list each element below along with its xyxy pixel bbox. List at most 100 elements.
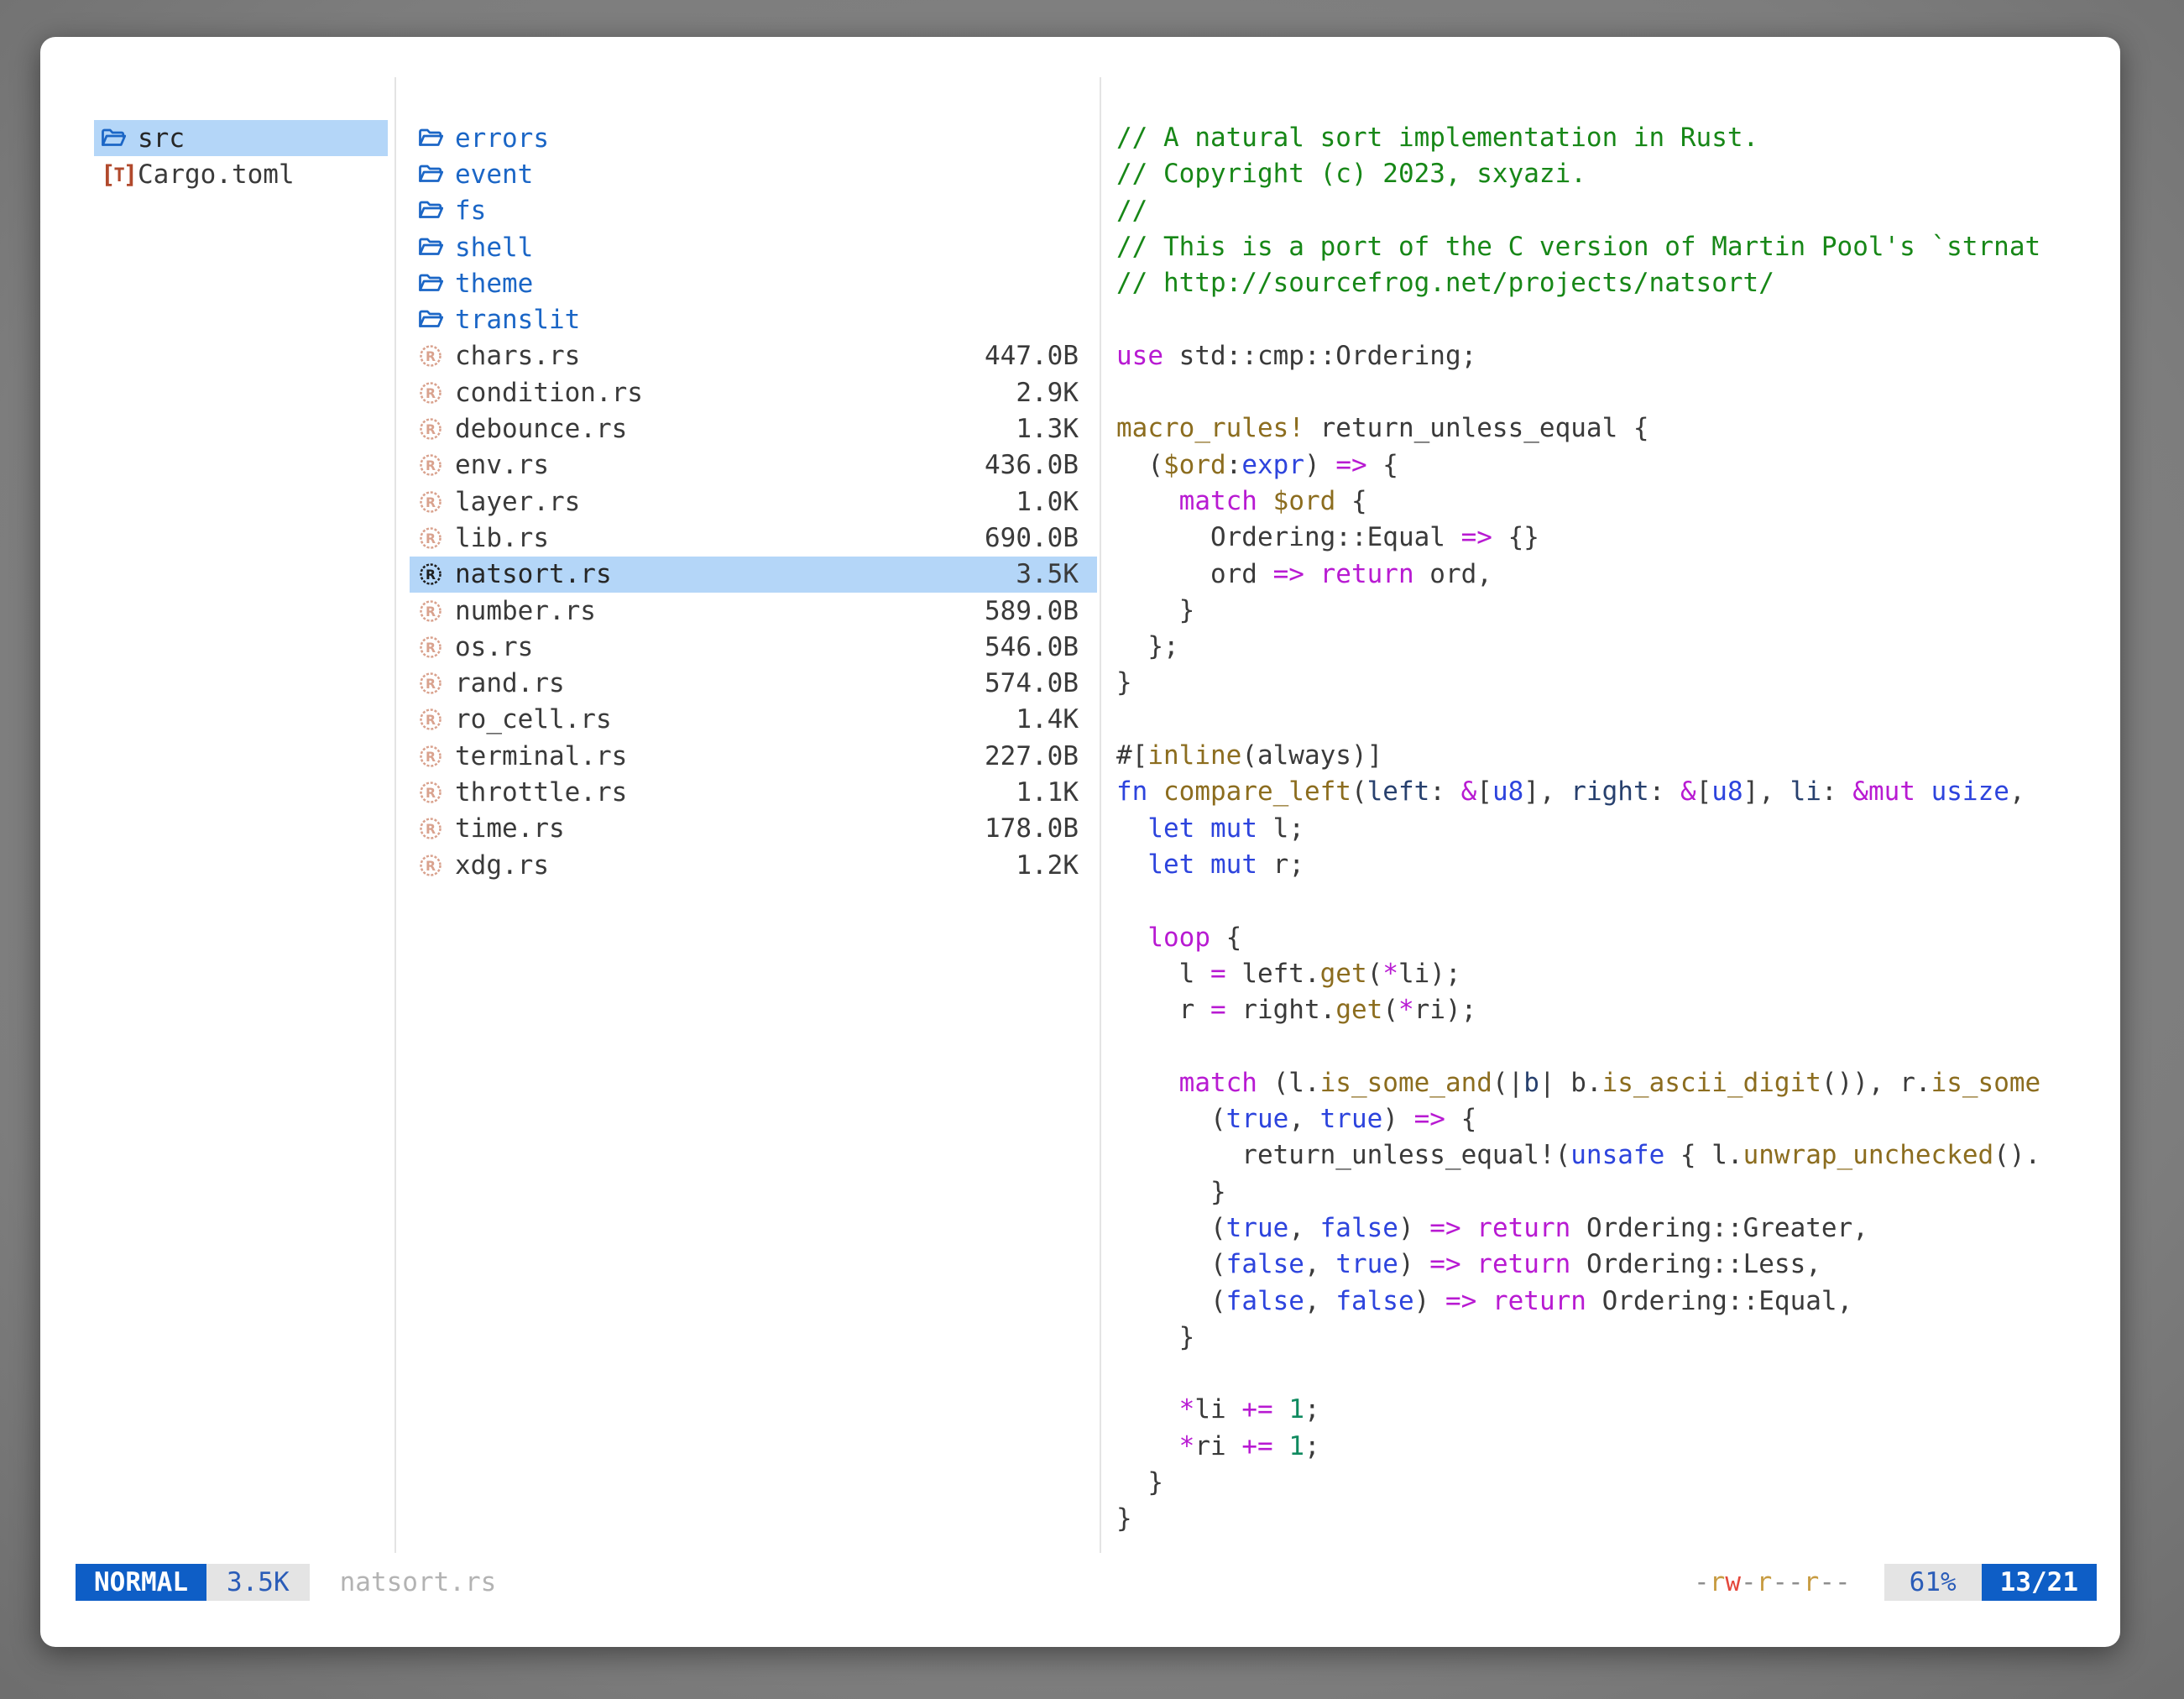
file-size: 690.0B: [985, 523, 1079, 553]
rust-icon: R: [418, 707, 450, 732]
rust-icon: R: [418, 525, 450, 551]
rust-icon: R: [418, 744, 450, 769]
svg-text:R: R: [426, 677, 436, 692]
code-line: // Copyright (c) 2023, sxyazi.: [1116, 156, 2120, 192]
file-row-throttle.rs[interactable]: Rthrottle.rs1.1K: [410, 774, 1097, 810]
file-row-errors[interactable]: errors: [410, 120, 1097, 156]
file-size: 227.0B: [985, 741, 1079, 771]
current-pane: errorseventfsshellthemetranslitRchars.rs…: [410, 120, 1097, 883]
file-name: condition.rs: [455, 378, 643, 408]
code-line: // This is a port of the C version of Ma…: [1116, 229, 2120, 265]
file-name: rand.rs: [455, 668, 565, 698]
code-line: *ri += 1;: [1116, 1429, 2120, 1465]
cursor-position-badge: 13/21: [1982, 1564, 2097, 1601]
file-row-translit[interactable]: translit: [410, 301, 1097, 337]
file-size: 2.9K: [1016, 378, 1079, 408]
file-row-os.rs[interactable]: Ros.rs 546.0B: [410, 629, 1097, 665]
code-line: //: [1116, 193, 2120, 229]
open-folder-icon: [418, 127, 450, 150]
file-row-number.rs[interactable]: Rnumber.rs589.0B: [410, 593, 1097, 629]
svg-text:R: R: [426, 385, 436, 400]
svg-text:R: R: [426, 458, 436, 473]
open-folder-icon: [418, 163, 450, 186]
code-line: [1116, 1356, 2120, 1392]
file-name: event: [455, 159, 533, 190]
file-row-lib.rs[interactable]: Rlib.rs 690.0B: [410, 520, 1097, 556]
status-bar-right: -rw-r--r-- 61% 13/21: [1694, 1564, 2097, 1601]
file-name: errors: [455, 123, 549, 154]
svg-text:R: R: [426, 422, 436, 437]
file-name: debounce.rs: [455, 414, 627, 444]
code-line: [1116, 883, 2120, 919]
file-row-layer.rs[interactable]: Rlayer.rs1.0K: [410, 484, 1097, 520]
file-row-rand.rs[interactable]: Rrand.rs574.0B: [410, 665, 1097, 701]
file-size: 1.4K: [1016, 704, 1079, 734]
rust-icon: R: [418, 416, 450, 442]
file-row-terminal.rs[interactable]: Rterminal.rs 227.0B: [410, 738, 1097, 774]
code-line: (true, true) => {: [1116, 1101, 2120, 1137]
file-name: Cargo.toml: [138, 159, 295, 190]
code-line: l = left.get(*li);: [1116, 956, 2120, 992]
svg-text:R: R: [426, 349, 436, 364]
file-row-chars.rs[interactable]: Rchars.rs 447.0B: [410, 338, 1097, 374]
rust-icon: R: [418, 635, 450, 660]
open-folder-icon: [418, 272, 450, 295]
parent-pane: src[T]Cargo.toml: [94, 120, 388, 193]
file-name: theme: [455, 269, 533, 299]
rust-icon: R: [418, 562, 450, 587]
svg-text:R: R: [426, 640, 436, 656]
code-line: }: [1116, 1501, 2120, 1537]
file-size: 1.3K: [1016, 414, 1079, 444]
file-size: 546.0B: [985, 632, 1079, 662]
file-name: terminal.rs: [455, 741, 627, 771]
code-line: let mut l;: [1116, 811, 2120, 847]
code-line: [1116, 702, 2120, 738]
file-row-xdg.rs[interactable]: Rxdg.rs1.2K: [410, 847, 1097, 883]
file-name: chars.rs: [455, 341, 580, 371]
file-row-env.rs[interactable]: Renv.rs436.0B: [410, 447, 1097, 484]
code-line: use std::cmp::Ordering;: [1116, 338, 2120, 374]
code-line: }: [1116, 1174, 2120, 1210]
file-row-natsort.rs[interactable]: Rnatsort.rs3.5K: [410, 557, 1097, 593]
file-row-fs[interactable]: fs: [410, 193, 1097, 229]
file-row-time.rs[interactable]: Rtime.rs178.0B: [410, 811, 1097, 847]
file-row-debounce.rs[interactable]: Rdebounce.rs 1.3K: [410, 410, 1097, 447]
code-line: (false, false) => return Ordering::Equal…: [1116, 1283, 2120, 1320]
file-size: 447.0B: [985, 341, 1079, 371]
code-line: match $ord {: [1116, 484, 2120, 520]
file-name: layer.rs: [455, 487, 580, 517]
rust-icon: R: [418, 489, 450, 515]
code-line: Ordering::Equal => {}: [1116, 520, 2120, 556]
rust-icon: R: [418, 452, 450, 478]
code-line: (true, false) => return Ordering::Greate…: [1116, 1210, 2120, 1247]
pane-separator: [394, 77, 396, 1553]
code-line: return_unless_equal!(unsafe { l.unwrap_u…: [1116, 1137, 2120, 1174]
file-row-theme[interactable]: theme: [410, 265, 1097, 301]
svg-text:R: R: [426, 567, 436, 583]
open-folder-icon: [418, 308, 450, 332]
status-bar: NORMAL 3.5K natsort.rs -rw-r--r-- 61% 13…: [40, 1564, 2120, 1601]
file-row-event[interactable]: event: [410, 156, 1097, 192]
code-line: }: [1116, 593, 2120, 629]
code-line: }: [1116, 1465, 2120, 1501]
svg-text:R: R: [426, 786, 436, 801]
rust-icon: R: [418, 671, 450, 696]
rust-icon: R: [418, 780, 450, 805]
code-line: loop {: [1116, 920, 2120, 956]
file-name: os.rs: [455, 632, 533, 662]
open-folder-icon: [418, 199, 450, 222]
file-name: lib.rs: [455, 523, 549, 553]
file-row-condition.rs[interactable]: Rcondition.rs 2.9K: [410, 374, 1097, 410]
parent-item-src[interactable]: src: [94, 120, 388, 156]
file-size: 3.5K: [1016, 559, 1079, 589]
file-name: xdg.rs: [455, 850, 549, 881]
file-row-shell[interactable]: shell: [410, 229, 1097, 265]
file-row-ro_cell.rs[interactable]: Rro_cell.rs 1.4K: [410, 702, 1097, 738]
svg-text:R: R: [426, 494, 436, 510]
file-name: ro_cell.rs: [455, 704, 612, 734]
parent-item-Cargo.toml[interactable]: [T]Cargo.toml: [94, 156, 388, 192]
file-size: 436.0B: [985, 450, 1079, 480]
svg-text:R: R: [426, 858, 436, 873]
code-line: (false, true) => return Ordering::Less,: [1116, 1247, 2120, 1283]
file-size: 1.1K: [1016, 777, 1079, 808]
